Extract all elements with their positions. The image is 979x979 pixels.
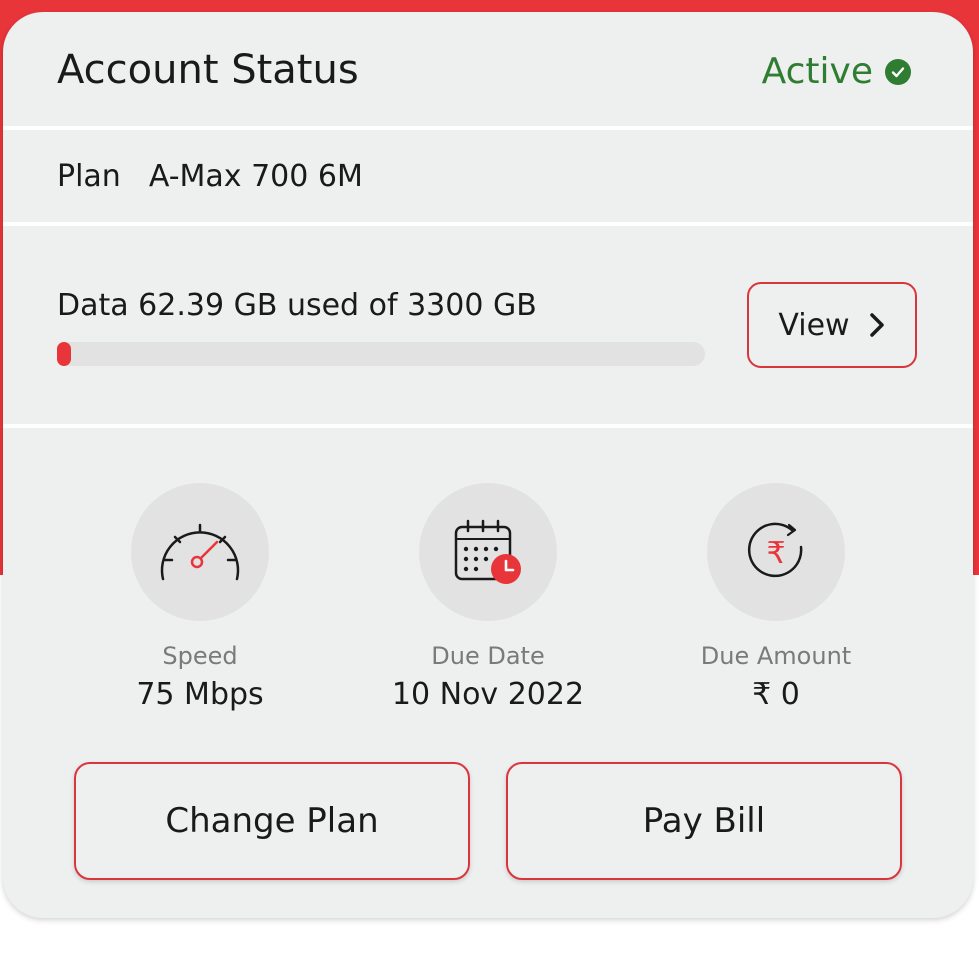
card-title: Account Status — [57, 47, 359, 93]
check-circle-icon — [885, 59, 911, 85]
speedometer-icon — [131, 483, 269, 621]
stat-value: 10 Nov 2022 — [391, 677, 585, 712]
data-usage-bar — [57, 342, 705, 366]
stat-value: 75 Mbps — [136, 677, 264, 712]
data-usage-text: Data 62.39 GB used of 3300 GB — [57, 288, 537, 323]
due-amount-stat: ₹ Due Amount ₹ 0 — [646, 483, 906, 713]
due-date-stat: Due Date 10 Nov 2022 — [358, 483, 618, 713]
change-plan-button[interactable]: Change Plan — [74, 762, 470, 880]
divider — [3, 126, 973, 130]
rupee-cycle-icon: ₹ — [707, 483, 845, 621]
plan-row: Plan A-Max 700 6M — [57, 157, 363, 197]
svg-text:₹: ₹ — [766, 536, 785, 571]
view-usage-button[interactable]: View — [747, 282, 917, 368]
plan-name: A-Max 700 6M — [148, 159, 363, 194]
stat-label: Due Date — [431, 642, 545, 670]
status-text: Active — [761, 51, 873, 92]
view-button-label: View — [778, 307, 850, 343]
stat-label: Due Amount — [700, 642, 852, 670]
divider — [3, 222, 973, 226]
speed-stat: Speed 75 Mbps — [70, 483, 330, 713]
account-status-card: Account Status Active Plan A-Max 700 6M … — [3, 12, 973, 918]
stat-label: Speed — [162, 642, 238, 670]
stat-value: ₹ 0 — [752, 677, 800, 712]
chevron-right-icon — [869, 313, 884, 337]
plan-label: Plan — [57, 159, 121, 194]
status-badge: Active — [762, 50, 911, 94]
pay-bill-button[interactable]: Pay Bill — [506, 762, 902, 880]
card-header: Account Status Active — [3, 12, 973, 128]
data-usage-fill — [57, 342, 71, 366]
calendar-clock-icon — [419, 483, 557, 621]
divider — [3, 424, 973, 428]
